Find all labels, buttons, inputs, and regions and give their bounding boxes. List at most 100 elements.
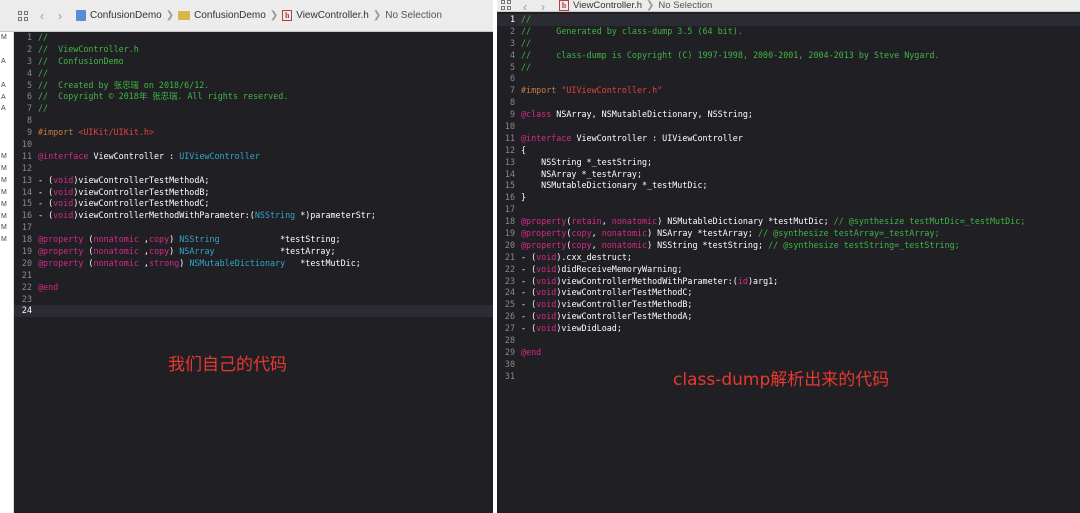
code-line[interactable]: 12 { [497,145,1080,157]
code-token: // Created by 张忠瑞 on 2018/6/12. [38,79,210,90]
code-text: } [521,192,526,202]
code-line[interactable]: 19 @property (nonatomic ,copy) NSArray *t… [14,246,493,258]
jumpbar-file[interactable]: ViewController.h [296,10,369,21]
code-line[interactable]: 11 @interface ViewController : UIViewCont… [497,133,1080,145]
code-token: @property [38,246,84,257]
chevron-right-icon[interactable]: › [541,0,545,11]
code-line[interactable]: 24 [14,305,493,318]
code-line[interactable]: 2 // ViewController.h [14,44,493,56]
line-number: 1 [26,32,32,42]
code-line[interactable]: 25 - (void)viewControllerTestMethodB; [497,299,1080,311]
code-line[interactable]: 13 NSString *_testString; [497,157,1080,169]
code-line[interactable]: 29 @end [497,347,1080,359]
code-text: // [521,38,531,48]
code-token: , [138,257,149,268]
code-line[interactable]: 10 [497,121,1080,133]
code-line[interactable]: 22 - (void)didReceiveMemoryWarning; [497,264,1080,276]
code-line[interactable]: 16 - (void)viewControllerMethodWithParame… [14,210,493,222]
code-line[interactable]: 17 [14,222,493,234]
code-token: )viewControllerTestMethodB; [556,299,693,310]
code-token: *testString; [219,234,341,245]
code-line[interactable]: 8 [497,97,1080,109]
jumpbar-group[interactable]: ConfusionDemo [194,10,266,21]
code-line[interactable]: 3 // ConfusionDemo [14,56,493,68]
code-line[interactable]: 2 // Generated by class-dump 3.5 (64 bit)… [497,26,1080,38]
code-line[interactable]: 18 @property (nonatomic ,copy) NSString *… [14,234,493,246]
code-line[interactable]: 7 #import "UIViewController.h" [497,85,1080,97]
code-line[interactable]: 5 // [497,62,1080,74]
code-token: nonatomic [93,234,139,245]
line-number: 5 [26,79,32,90]
code-line[interactable]: 11 @interface ViewController : UIViewCont… [14,151,493,163]
chevron-left-icon[interactable]: ‹ [523,0,527,11]
code-token: ( [83,246,94,257]
code-line[interactable]: 12 [14,163,493,175]
code-line[interactable]: 21 [14,270,493,282]
line-number: 12 [504,144,515,155]
code-line[interactable]: 8 [14,115,493,127]
code-line[interactable]: 4 // [14,68,493,80]
code-line[interactable]: 9 @class NSArray, NSMutableDictionary, NS… [497,109,1080,121]
code-line[interactable]: 9 #import <UIKit/UIKit.h> [14,127,493,139]
line-number: 13 [21,174,32,185]
code-line[interactable]: 3 // [497,38,1080,50]
code-text: // class-dump is Copyright (C) 1997-1998… [521,50,940,60]
code-line[interactable]: 21 - (void).cxx_destruct; [497,252,1080,264]
chevron-left-icon[interactable]: ‹ [40,9,44,23]
left-code-editor[interactable]: 1 // 2 // ViewController.h 3 // ConfusionDemo… [14,32,493,318]
code-token: - ( [38,210,54,221]
code-line[interactable]: 26 - (void)viewControllerTestMethodA; [497,311,1080,323]
code-line[interactable]: 17 [497,204,1080,216]
code-line[interactable]: 10 [14,139,493,151]
code-line[interactable]: 14 - (void)viewControllerTestMethodB; [14,187,493,199]
code-line[interactable]: 20 @property(copy, nonatomic) NSString *t… [497,240,1080,252]
right-code-editor[interactable]: 1 // 2 // Generated by class-dump 3.5 (64 b… [497,14,1080,383]
code-line[interactable]: 18 @property(retain, nonatomic) NSMutable… [497,216,1080,228]
code-line[interactable]: 4 // class-dump is Copyright (C) 1997-199… [497,50,1080,62]
code-token: @property [38,234,84,245]
jumpbar-selection[interactable]: No Selection [385,10,442,21]
code-line[interactable]: 19 @property(copy, nonatomic) NSArray *te… [497,228,1080,240]
code-token: // [38,67,49,78]
code-line[interactable]: 1 // [14,32,493,44]
jumpbar-project[interactable]: ConfusionDemo [90,10,162,21]
line-number: 10 [21,139,32,150]
code-line[interactable]: 13 - (void)viewControllerTestMethodA; [14,175,493,187]
code-line[interactable]: 23 [14,294,493,306]
code-text: @class NSArray, NSMutableDictionary, NSS… [521,109,753,119]
line-number: 1 [509,14,515,24]
chevron-separator-icon: ❯ [646,0,655,11]
code-line[interactable]: 20 @property (nonatomic ,strong) NSMutabl… [14,258,493,270]
chevron-right-icon[interactable]: › [58,9,62,23]
grid-icon[interactable] [501,0,511,10]
code-line[interactable]: 16} [497,192,1080,204]
code-token: // Copyright © 2018年 张忠瑞. All rights res… [38,91,289,102]
code-text: NSMutableDictionary *_testMutDic; [521,180,707,190]
jumpbar-selection[interactable]: No Selection [658,0,712,11]
code-token: - ( [38,174,54,185]
code-token: #import [521,85,562,96]
grid-icon[interactable] [18,10,28,21]
line-number: 24 [21,305,32,316]
code-line[interactable]: 6 // Copyright © 2018年 张忠瑞. All rights re… [14,91,493,103]
code-line[interactable]: 1 // [497,14,1080,26]
code-token: NSArray *_testArray; [521,168,643,179]
code-line[interactable]: 27 - (void)viewDidLoad; [497,323,1080,335]
code-line[interactable]: 22 @end [14,282,493,294]
code-token: - ( [521,299,537,310]
code-token: // [521,61,532,72]
line-number: 22 [21,281,32,292]
line-number: 8 [509,97,515,108]
code-line[interactable]: 14 NSArray *_testArray; [497,169,1080,181]
code-line[interactable]: 23 - (void)viewControllerMethodWithParame… [497,276,1080,288]
code-line[interactable]: 28 [497,335,1080,347]
line-number: 15 [21,198,32,209]
code-text: - (void)viewControllerTestMethodA; [521,311,692,321]
code-line[interactable]: 7 // [14,103,493,115]
code-line[interactable]: 6 [497,73,1080,85]
code-line[interactable]: 15 NSMutableDictionary *_testMutDic; [497,180,1080,192]
jumpbar-file[interactable]: ViewController.h [573,0,642,11]
code-line[interactable]: 24 - (void)viewControllerTestMethodC; [497,287,1080,299]
code-line[interactable]: 5 // Created by 张忠瑞 on 2018/6/12. [14,80,493,92]
code-line[interactable]: 15 - (void)viewControllerTestMethodC; [14,198,493,210]
